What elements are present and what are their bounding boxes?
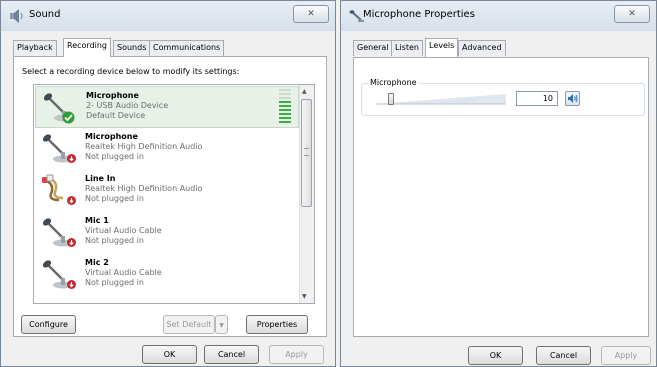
sound-window: Sound ✕ Playback Recording Sounds Commun… — [0, 0, 336, 367]
speaker-icon — [568, 94, 578, 103]
tab-sounds[interactable]: Sounds — [113, 40, 151, 56]
device-name: Mic 2 — [85, 258, 109, 267]
sound-window-title: Sound — [29, 9, 61, 20]
level-meter-bar — [279, 93, 291, 95]
device-name: Microphone — [86, 91, 139, 100]
scroll-down-arrow-icon[interactable]: ▼ — [302, 293, 307, 300]
instruction-text: Select a recording device below to modif… — [22, 67, 240, 76]
recording-tab-panel: Select a recording device below to modif… — [13, 56, 327, 337]
device-row[interactable]: Line In Realtek High Definition Audio Not … — [35, 170, 299, 212]
device-description: 2- USB Audio Device — [86, 101, 169, 110]
device-name: Mic 1 — [85, 216, 109, 225]
tab-communications[interactable]: Communications — [149, 40, 225, 56]
properties-apply-button[interactable]: Apply — [601, 346, 651, 365]
ok-button[interactable]: OK — [142, 345, 197, 364]
tab-playback[interactable]: Playback — [13, 40, 57, 56]
level-meter-bar — [279, 105, 291, 107]
level-meter-bar — [279, 113, 291, 115]
configure-button[interactable]: Configure — [21, 315, 76, 334]
device-description: Realtek High Definition Audio — [85, 142, 203, 151]
device-status: Not plugged in — [85, 194, 144, 203]
mute-button[interactable] — [565, 91, 580, 106]
sound-title-bar[interactable]: Sound ✕ — [1, 1, 335, 31]
level-meter-bar — [279, 109, 291, 111]
tab-levels[interactable]: Levels — [425, 38, 459, 57]
tab-listen[interactable]: Listen — [391, 40, 423, 56]
level-meter-bar — [279, 117, 291, 119]
device-row[interactable]: Mic 2 Virtual Audio Cable Not plugged in — [35, 254, 299, 296]
device-row[interactable]: Microphone Realtek High Definition Audio N… — [35, 128, 299, 170]
input-level-meter — [279, 89, 291, 125]
microphone-properties-window: Microphone Properties ✕ General Listen L… — [340, 0, 657, 367]
device-status: Not plugged in — [85, 278, 144, 287]
set-default-dropdown[interactable]: ▼ — [215, 315, 228, 334]
properties-button[interactable]: Properties — [246, 315, 308, 334]
level-meter-bar — [279, 97, 291, 99]
sound-close-button[interactable]: ✕ — [293, 5, 329, 23]
scroll-thumb[interactable] — [301, 99, 312, 207]
microphone-level-group: Microphone 10 — [361, 78, 645, 116]
properties-title-bar[interactable]: Microphone Properties ✕ — [341, 1, 656, 31]
device-description: Virtual Audio Cable — [85, 268, 162, 277]
level-slider[interactable] — [376, 93, 506, 105]
level-value-field[interactable]: 10 — [516, 91, 558, 106]
device-name: Line In — [85, 174, 116, 183]
tab-general[interactable]: General — [353, 40, 393, 56]
device-row[interactable]: Mic 1 Virtual Audio Cable Not plugged in — [35, 212, 299, 254]
device-list[interactable]: Microphone 2- USB Audio Device Default Dev… — [33, 84, 315, 304]
slider-thumb[interactable] — [388, 93, 394, 105]
levels-tab-panel: Microphone 10 — [353, 57, 649, 337]
dropdown-arrow-icon: ▼ — [219, 322, 224, 329]
device-name: Microphone — [85, 132, 138, 141]
set-default-button[interactable]: Set Default — [163, 315, 215, 334]
device-status: Not plugged in — [85, 152, 144, 161]
unplugged-icon — [67, 280, 76, 289]
apply-button[interactable]: Apply — [269, 345, 324, 364]
unplugged-icon — [67, 196, 76, 205]
device-status: Not plugged in — [85, 236, 144, 245]
level-meter-bar — [279, 89, 291, 91]
slider-ramp — [376, 94, 506, 105]
device-status: Default Device — [86, 111, 146, 120]
device-row[interactable]: Microphone 2- USB Audio Device Default Dev… — [35, 86, 299, 128]
unplugged-icon — [67, 238, 76, 247]
scroll-up-arrow-icon[interactable]: ▲ — [302, 88, 307, 95]
device-description: Virtual Audio Cable — [85, 226, 162, 235]
tab-recording[interactable]: Recording — [63, 38, 112, 57]
level-meter-bar — [279, 121, 291, 123]
properties-window-title: Microphone Properties — [363, 9, 475, 20]
tab-advanced[interactable]: Advanced — [458, 40, 506, 56]
microphone-level-label: Microphone — [368, 78, 419, 87]
speaker-app-icon — [10, 9, 23, 23]
properties-ok-button[interactable]: OK — [468, 346, 523, 365]
level-meter-bar — [279, 101, 291, 103]
cancel-button[interactable]: Cancel — [204, 345, 259, 364]
unplugged-icon — [67, 154, 76, 163]
properties-cancel-button[interactable]: Cancel — [536, 346, 591, 365]
device-description: Realtek High Definition Audio — [85, 184, 203, 193]
properties-close-button[interactable]: ✕ — [614, 5, 650, 23]
default-check-icon — [62, 111, 75, 124]
device-list-scrollbar[interactable]: ▲ ▼ — [299, 85, 314, 303]
